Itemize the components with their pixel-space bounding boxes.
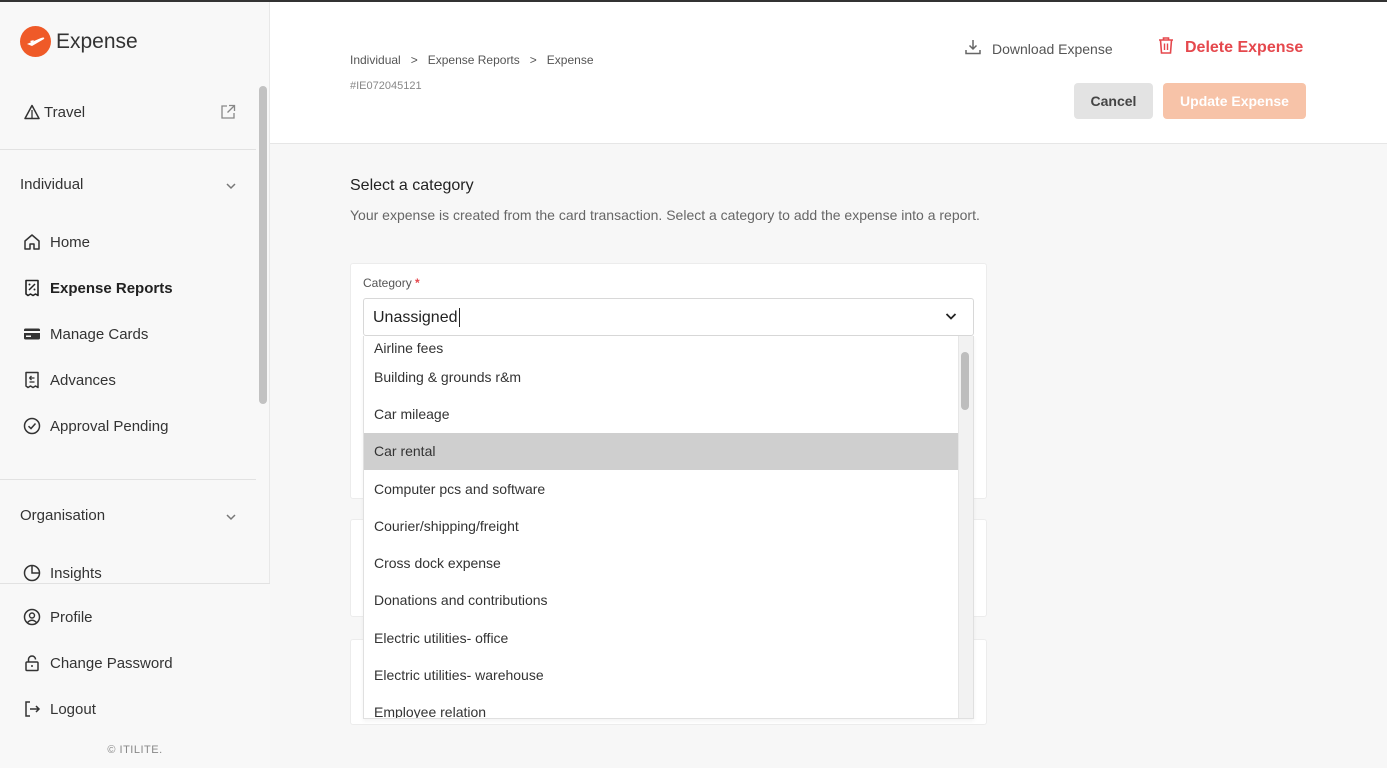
section-organisation[interactable]: Organisation [20,507,240,524]
category-option[interactable]: Building & grounds r&m [364,358,960,395]
copyright: © ITILITE. [107,744,163,756]
delete-expense-button[interactable]: Delete Expense [1157,36,1303,60]
category-label: Category * [363,276,420,290]
card-icon [22,324,42,344]
breadcrumb-expense-reports[interactable]: Expense Reports [428,53,520,67]
check-circle-icon [22,416,42,436]
update-expense-button[interactable]: Update Expense [1163,83,1306,119]
section-description: Your expense is created from the card tr… [350,207,980,223]
category-select-value: Unassigned [373,307,460,327]
breadcrumb-separator: > [529,53,537,67]
dropdown-scrollbar[interactable] [958,336,973,718]
sidebar-item-label: Change Password [50,654,173,672]
category-option[interactable]: Car mileage [364,395,960,432]
sidebar-item-label: Manage Cards [50,325,149,343]
sidebar-item-profile[interactable]: Profile [22,607,278,627]
sidebar-item-manage-cards[interactable]: Manage Cards [22,324,256,344]
lock-icon [22,653,42,673]
sidebar-item-label: Expense Reports [50,279,173,297]
category-option[interactable]: Donations and contributions [364,582,960,619]
divider [0,149,256,150]
transaction-id: #IE072045121 [350,80,422,92]
sidebar-item-expense-reports[interactable]: Expense Reports [22,278,256,298]
section-individual[interactable]: Individual [20,176,240,193]
breadcrumb-separator: > [410,53,418,67]
pie-chart-icon [22,563,42,582]
category-option[interactable]: Airline fees [364,336,960,358]
cancel-button[interactable]: Cancel [1074,83,1153,119]
breadcrumb-expense: Expense [546,53,594,67]
sidebar-nav: Travel Individual Home Expense Reports M… [0,84,256,582]
trash-icon [1157,36,1175,60]
user-circle-icon [22,607,42,627]
brand-name: Expense [56,29,138,53]
travel-icon [22,102,42,122]
sidebar-item-logout[interactable]: Logout [22,699,278,719]
chevron-down-icon [225,510,237,528]
download-expense-button[interactable]: Download Expense [964,38,1113,59]
sidebar-item-label: Advances [50,371,116,389]
required-mark: * [415,276,420,290]
category-options: Airline fees Building & grounds r&m Car … [364,336,960,718]
download-expense-label: Download Expense [992,40,1113,57]
category-select[interactable]: Unassigned [363,298,974,336]
brand-logo-icon [20,26,51,57]
breadcrumb-individual[interactable]: Individual [350,53,401,67]
brand[interactable]: Expense [20,26,138,57]
sidebar-item-label: Approval Pending [50,417,169,435]
sidebar-item-travel[interactable]: Travel [22,102,242,122]
section-title: Individual [20,176,84,193]
category-option[interactable]: Employee relation [364,694,960,718]
sidebar-item-label: Travel [44,103,86,121]
category-option-highlighted[interactable]: Car rental [364,432,960,470]
sidebar-item-approval-pending[interactable]: Approval Pending [22,416,256,436]
sidebar-item-home[interactable]: Home [22,232,256,252]
sidebar-scrollbar[interactable] [259,86,267,404]
delete-expense-label: Delete Expense [1185,39,1304,56]
category-label-text: Category [363,276,412,290]
sidebar-bottom: Profile Change Password Logout © ITILITE… [0,583,270,768]
logout-icon [22,699,42,719]
sidebar-item-label: Insights [50,564,102,582]
category-option[interactable]: Electric utilities- office [364,619,960,656]
download-icon [964,38,982,59]
category-option[interactable]: Courier/shipping/freight [364,507,960,544]
page-header: Individual > Expense Reports > Expense #… [270,2,1387,144]
category-option[interactable]: Electric utilities- warehouse [364,656,960,693]
sidebar-item-label: Logout [50,700,96,718]
sidebar-item-advances[interactable]: Advances [22,370,256,390]
sidebar-item-label: Home [50,233,91,251]
dropdown-scroll-thumb[interactable] [961,352,969,410]
sidebar: Expense Travel Individual Home Expense R… [0,2,270,768]
breadcrumb: Individual > Expense Reports > Expense [350,53,594,67]
home-icon [22,232,42,252]
section-title: Select a category [350,177,474,194]
category-dropdown: Airline fees Building & grounds r&m Car … [363,336,974,719]
sidebar-item-change-password[interactable]: Change Password [22,653,278,673]
category-option[interactable]: Computer pcs and software [364,470,960,507]
advance-icon [22,370,42,390]
sidebar-item-label: Profile [50,608,93,626]
sidebar-item-insights[interactable]: Insights [22,563,256,582]
section-title: Organisation [20,507,106,524]
divider [0,479,256,480]
receipt-icon [22,278,42,298]
chevron-down-icon [225,179,237,197]
category-option[interactable]: Cross dock expense [364,544,960,581]
chevron-down-icon[interactable] [944,309,958,328]
external-link-icon [220,104,236,125]
